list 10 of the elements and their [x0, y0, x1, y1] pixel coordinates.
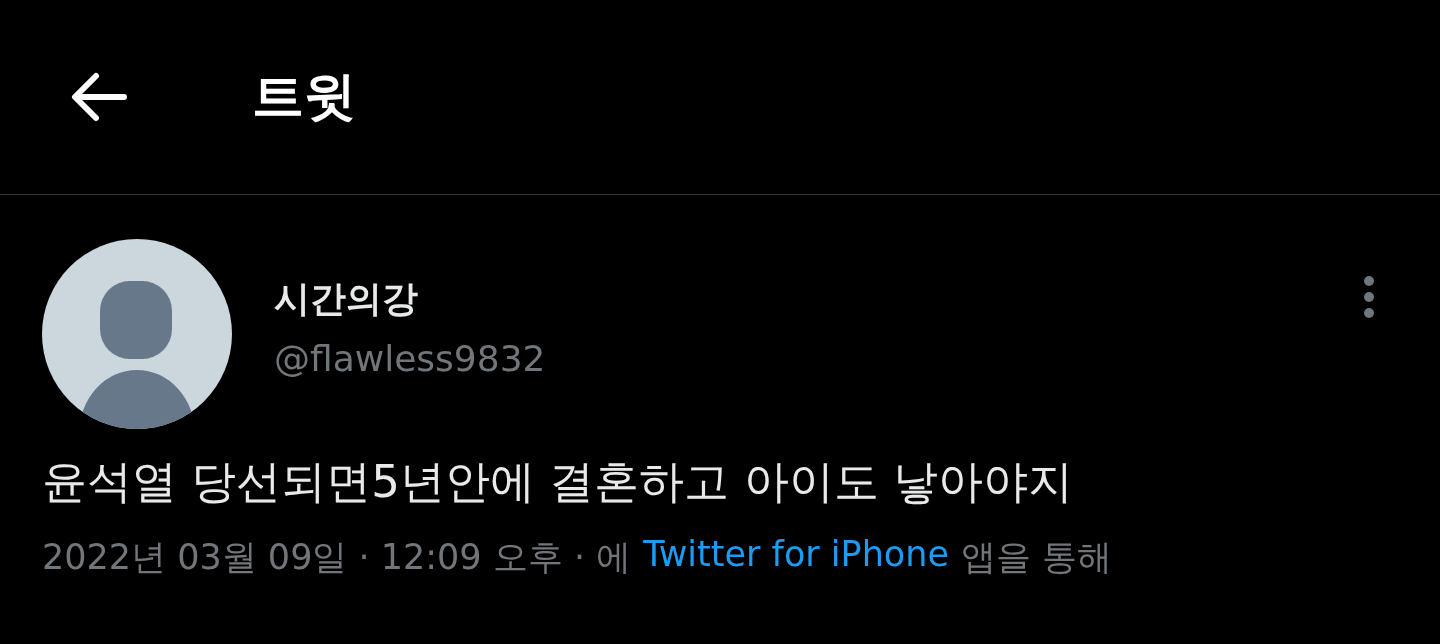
back-arrow-icon	[70, 72, 128, 122]
tweet-timestamp: 2022년 03월 09일 · 12:09 오후 · 에	[42, 535, 632, 579]
author-handle[interactable]: @flawless9832	[274, 338, 1362, 379]
page-title: 트윗	[252, 65, 356, 128]
back-button[interactable]	[70, 72, 128, 122]
more-options-icon[interactable]	[1362, 275, 1376, 319]
source-suffix: 앱을 통해	[960, 535, 1113, 579]
source-link[interactable]: Twitter for iPhone	[643, 533, 949, 581]
tweet-text: 윤석열 당선되면5년안에 결혼하고 아이도 낳아야지	[42, 454, 1074, 510]
author-name[interactable]: 시간의강	[274, 275, 1362, 324]
